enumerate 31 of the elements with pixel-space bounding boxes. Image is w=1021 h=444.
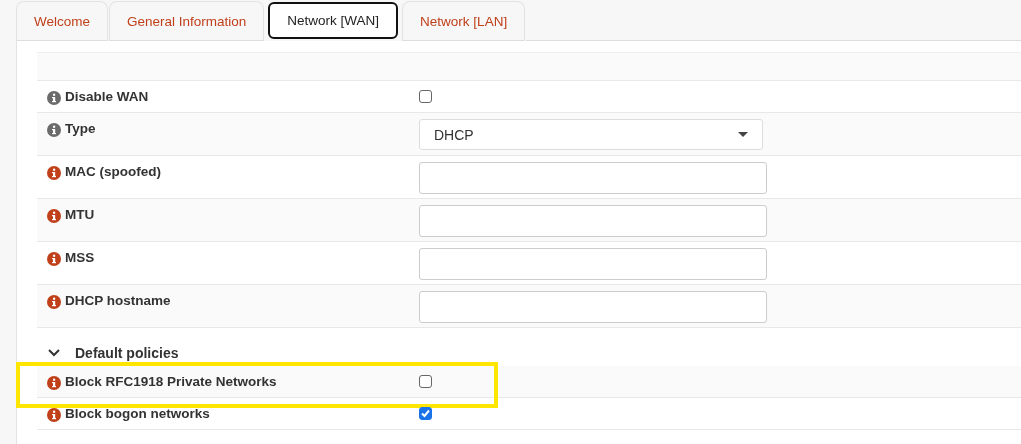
field-label: MTU	[65, 207, 95, 222]
info-icon[interactable]	[47, 91, 61, 105]
field-label: Disable WAN	[65, 89, 149, 104]
type-dropdown[interactable]: DHCP	[419, 119, 763, 150]
tab[interactable]: Network [WAN]	[268, 2, 399, 39]
checkbox[interactable]	[419, 90, 432, 103]
field-label: MAC (spoofed)	[65, 164, 161, 179]
field-label: Type	[65, 121, 96, 136]
input-field[interactable]	[419, 162, 767, 194]
info-icon[interactable]	[47, 376, 61, 390]
info-icon[interactable]	[47, 408, 61, 422]
checkbox[interactable]	[419, 375, 432, 388]
input-field[interactable]	[419, 205, 767, 237]
tab[interactable]: Welcome	[16, 1, 109, 41]
input-field[interactable]	[419, 291, 767, 323]
field-label: DHCP hostname	[65, 293, 171, 308]
info-icon[interactable]	[47, 252, 61, 266]
info-icon[interactable]	[47, 295, 61, 309]
info-icon[interactable]	[47, 166, 61, 180]
tab[interactable]: General Information	[109, 1, 265, 41]
field-label: Block bogon networks	[65, 406, 210, 421]
section-heading: Default policies	[75, 345, 179, 361]
info-icon[interactable]	[47, 209, 61, 223]
input-field[interactable]	[419, 248, 767, 280]
field-label: MSS	[65, 250, 95, 265]
info-icon[interactable]	[47, 123, 61, 137]
chevron-icon[interactable]	[48, 349, 60, 357]
checkbox[interactable]	[419, 407, 432, 420]
tab[interactable]: Network [LAN]	[402, 1, 526, 41]
field-label: Block RFC1918 Private Networks	[65, 374, 277, 389]
caret-icon	[738, 131, 748, 138]
